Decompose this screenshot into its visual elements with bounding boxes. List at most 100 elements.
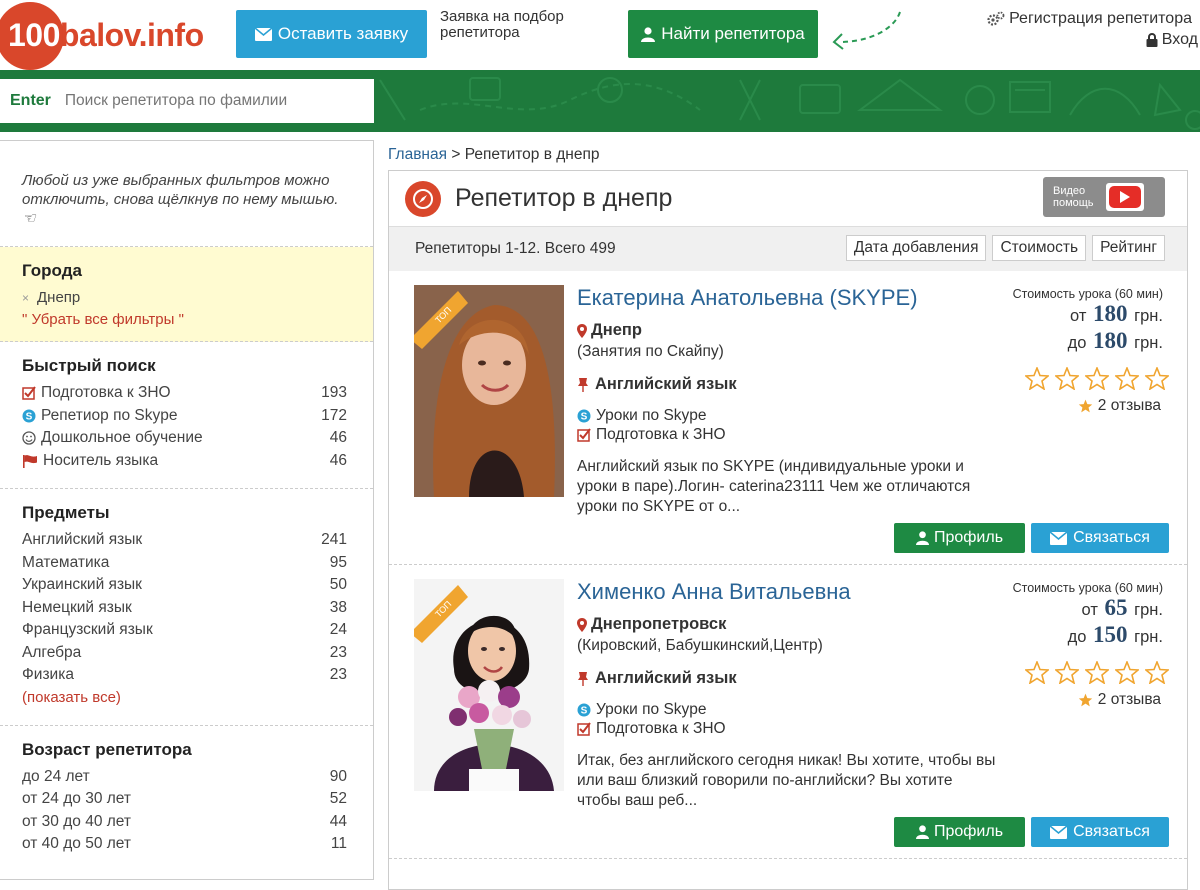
filter-item-label: до 24 лет	[22, 767, 90, 785]
filter-item-label: Подготовка к ЗНО	[41, 384, 171, 401]
tutor-feature: S Уроки по Skype	[577, 407, 707, 425]
reviews-count: 2 отзыва	[1097, 691, 1161, 708]
search-input[interactable]	[62, 91, 353, 111]
filter-item[interactable]: Носитель языка 46	[22, 450, 351, 473]
filter-item[interactable]: Математика 95	[22, 552, 351, 575]
sort-by-rating-button[interactable]: Рейтинг	[1092, 235, 1165, 261]
filter-item-label: Физика	[22, 666, 74, 683]
filter-item[interactable]: Украинский язык 50	[22, 574, 351, 597]
search-enter-label: Enter	[10, 92, 51, 109]
filter-item-count: 90	[329, 767, 347, 785]
filter-item-count: 24	[329, 621, 347, 638]
user-icon	[641, 26, 656, 42]
breadcrumb: Главная > Репетитор в днепр	[388, 146, 599, 164]
filter-item[interactable]: от 30 до 40 лет 44	[22, 811, 351, 834]
tutor-city: Днепропетровск	[577, 615, 726, 634]
video-help-button[interactable]: Видео помощь	[1043, 177, 1165, 217]
filter-item[interactable]: S Репетиор по Skype 172	[22, 405, 351, 428]
filter-item[interactable]: Французский язык 24	[22, 619, 351, 642]
filter-item[interactable]: Английский язык 241	[22, 529, 351, 552]
register-tutor-link[interactable]: Регистрация репетитора	[987, 10, 1192, 28]
filter-item-label: Дошкольное обучение	[41, 429, 203, 446]
filter-item[interactable]: Физика 23	[22, 664, 351, 687]
tutor-feature: Подготовка к ЗНО	[577, 720, 726, 738]
user-icon	[915, 531, 929, 545]
filter-item-count: 23	[329, 643, 347, 661]
reviews-link[interactable]: 2 отзыва	[1078, 397, 1161, 415]
filter-item-label: Математика	[22, 553, 110, 571]
envelope-icon	[1050, 531, 1068, 545]
remove-all-filters-link[interactable]: " Убрать все фильтры "	[22, 309, 351, 331]
star-outline-icon	[1115, 661, 1139, 684]
filter-item[interactable]: Алгебра 23	[22, 642, 351, 665]
tutor-feature-label: Подготовка к ЗНО	[596, 720, 726, 737]
checkbox-icon	[577, 722, 591, 736]
contact-button-label: Связаться	[1073, 823, 1150, 840]
show-all-subjects-link[interactable]: (показать все)	[22, 687, 351, 709]
tutor-feature-label: Уроки по Skype	[596, 407, 707, 424]
login-link[interactable]: Вход	[1146, 31, 1198, 49]
smile-icon	[22, 431, 36, 445]
contact-button[interactable]: Связаться	[1031, 523, 1169, 553]
price-from: от 180 грн.	[1070, 301, 1163, 327]
filter-item-count: 52	[329, 790, 347, 807]
filter-item[interactable]: Подготовка к ЗНО 193	[22, 382, 351, 405]
profile-button[interactable]: Профиль	[894, 817, 1025, 847]
tutor-subject-label: Английский язык	[595, 669, 737, 687]
filter-item-label: Украинский язык	[22, 576, 142, 593]
breadcrumb-home-link[interactable]: Главная	[388, 146, 447, 163]
sort-by-price-button[interactable]: Стоимость	[992, 235, 1087, 261]
price-from-value: 65	[1104, 595, 1128, 620]
price-to-prefix: до	[1067, 628, 1087, 646]
age-filter: Возраст репетитора до 24 лет 90 от 24 до …	[0, 726, 373, 872]
selected-city-label: Днепр	[37, 289, 81, 306]
filter-item-label: Алгебра	[22, 643, 82, 661]
filter-item[interactable]: Дошкольное обучение 46	[22, 427, 351, 450]
tutor-name-link[interactable]: Екатерина Анатольевна (SKYPE)	[577, 285, 918, 311]
filter-item-label: Репетиор по Skype	[41, 406, 178, 424]
reviews-link[interactable]: 2 отзыва	[1078, 691, 1161, 709]
rating-stars[interactable]	[1025, 367, 1169, 390]
filter-item[interactable]: от 24 до 30 лет 52	[22, 788, 351, 811]
tutor-feature-label: Подготовка к ЗНО	[596, 426, 726, 443]
page-title: Репетитор в днепр	[455, 184, 673, 212]
profile-button[interactable]: Профиль	[894, 523, 1025, 553]
find-tutor-label: Найти репетитора	[661, 24, 805, 43]
skype-icon: S	[22, 409, 36, 423]
filter-item[interactable]: до 24 лет 90	[22, 766, 351, 789]
video-help-line1: Видео	[1053, 185, 1086, 197]
star-filled-icon	[1078, 693, 1092, 707]
filter-item[interactable]: от 40 до 50 лет 11	[22, 833, 351, 856]
filter-item[interactable]: Немецкий язык 38	[22, 597, 351, 620]
sort-by-date-button[interactable]: Дата добавления	[845, 235, 987, 261]
leave-request-button[interactable]: Оставить заявку	[236, 10, 427, 58]
filter-item-label: Французский язык	[22, 621, 153, 638]
pushpin-icon	[578, 671, 588, 686]
star-outline-icon	[1145, 367, 1169, 390]
tutor-card: ТОП Екатерина Анатольевна (SKYPE) Днепр …	[389, 271, 1187, 565]
filter-hint-text: Любой из уже выбранных фильтров можно от…	[22, 172, 339, 208]
selected-city-filter[interactable]: × Днепр	[22, 287, 351, 309]
contact-button[interactable]: Связаться	[1031, 817, 1169, 847]
rating-stars[interactable]	[1025, 661, 1169, 684]
reviews-count: 2 отзыва	[1097, 397, 1161, 414]
tutor-feature-label: Уроки по Skype	[596, 701, 707, 718]
svg-text:S: S	[581, 706, 588, 717]
star-outline-icon	[1085, 661, 1109, 684]
filter-item-count: 38	[329, 598, 347, 616]
filter-item-count: 193	[321, 384, 347, 401]
register-tutor-label: Регистрация репетитора	[1009, 10, 1192, 27]
find-tutor-button[interactable]: Найти репетитора	[628, 10, 818, 58]
tutor-photo[interactable]: ТОП	[414, 579, 564, 791]
filter-item-count: 95	[329, 553, 347, 571]
tutor-photo[interactable]: ТОП	[414, 285, 564, 497]
star-outline-icon	[1085, 367, 1109, 390]
site-logo[interactable]: 100balov.info	[0, 2, 204, 70]
envelope-icon	[1050, 825, 1068, 839]
price-from-prefix: от	[1081, 601, 1098, 619]
subjects-filter: Предметы Английский язык 241 Математика 95…	[0, 489, 373, 726]
tutor-name-link[interactable]: Хименко Анна Витальевна	[577, 579, 851, 605]
filter-sidebar: Любой из уже выбранных фильтров можно от…	[0, 140, 374, 880]
star-outline-icon	[1145, 661, 1169, 684]
filter-item-label: Английский язык	[22, 531, 143, 548]
